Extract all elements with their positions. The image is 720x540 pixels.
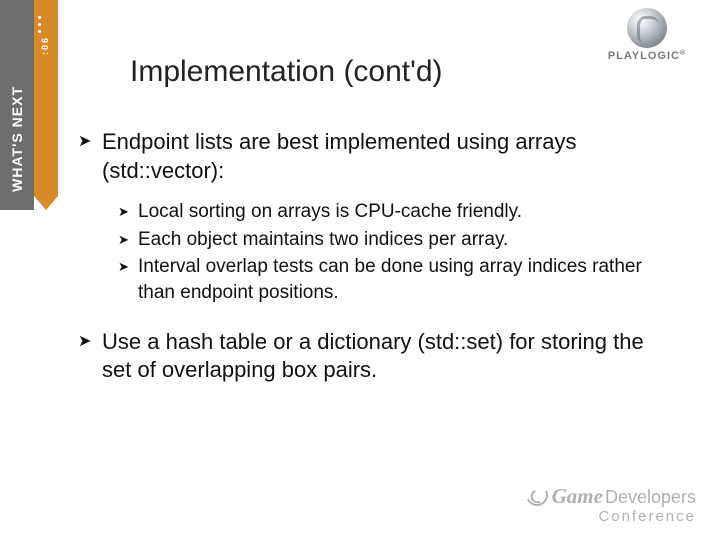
gdc-word-game: Game (552, 486, 603, 507)
bullet-text: Use a hash table or a dictionary (std::s… (102, 328, 678, 385)
sub-bullet-item: ➤ Local sorting on arrays is CPU-cache f… (118, 199, 678, 225)
sidebar-dots (38, 16, 41, 33)
sub-bullet-list: ➤ Local sorting on arrays is CPU-cache f… (118, 199, 678, 306)
bullet-item: ➤ Endpoint lists are best implemented us… (78, 128, 678, 185)
gdc-word-conference: Conference (526, 509, 696, 524)
sidebar-gray-strip: WHAT'S NEXT (0, 0, 34, 210)
bullet-icon: ➤ (118, 199, 138, 225)
bullet-text: Endpoint lists are best implemented usin… (102, 128, 678, 185)
sub-bullet-text: Local sorting on arrays is CPU-cache fri… (138, 199, 522, 225)
bullet-icon: ➤ (118, 254, 138, 305)
playlogic-logo: PLAYLOGIC® (592, 8, 702, 62)
gdc-logo: Game Developers Conference (526, 481, 696, 524)
sub-bullet-text: Interval overlap tests can be done using… (138, 254, 678, 305)
bullet-icon: ➤ (78, 328, 102, 385)
sub-bullet-text: Each object maintains two indices per ar… (138, 227, 508, 253)
sidebar-pennant-tip (34, 196, 58, 210)
sidebar-year-badge: :06 (40, 36, 50, 55)
bullet-icon: ➤ (118, 227, 138, 253)
playlogic-orb-icon (627, 8, 667, 48)
sidebar-badge: WHAT'S NEXT :06 (0, 0, 60, 210)
slide-title: Implementation (cont'd) (130, 55, 443, 89)
gdc-swirl-icon (523, 481, 551, 509)
playlogic-wordmark: PLAYLOGIC® (592, 50, 702, 62)
sub-bullet-item: ➤ Each object maintains two indices per … (118, 227, 678, 253)
slide-body: ➤ Endpoint lists are best implemented us… (78, 128, 678, 399)
gdc-word-developers: Developers (605, 488, 696, 506)
sidebar-label: WHAT'S NEXT (9, 68, 25, 210)
bullet-item: ➤ Use a hash table or a dictionary (std:… (78, 328, 678, 385)
sub-bullet-item: ➤ Interval overlap tests can be done usi… (118, 254, 678, 305)
bullet-icon: ➤ (78, 128, 102, 185)
